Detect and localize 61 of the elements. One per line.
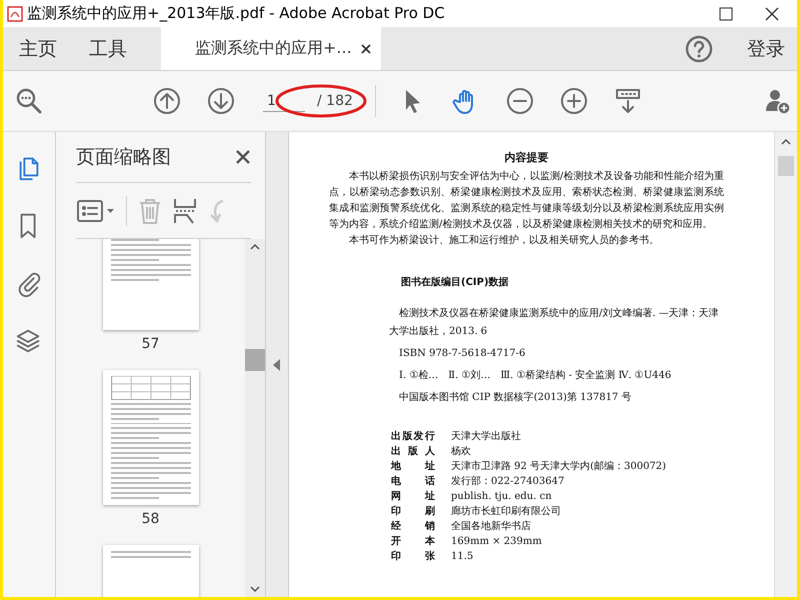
abstract-heading: 内容提要	[504, 150, 550, 165]
imprint-value: 杨欢	[451, 444, 472, 459]
close-icon[interactable]	[765, 6, 779, 20]
imprint-label: 印 刷	[391, 504, 435, 519]
abstract-paragraph: 本书以桥梁损伤识别与安全评估为中心，以监测/检测技术及设备功能和性能介绍为重点，以桥梁动态参数识别、桥梁健康检测技术及应用、索桥状态检测、桥梁健康监测系统集成和监测预警系统优化、监测系统的稳定性与健康等级划分以及桥梁检测系统应用实例等为内容，系统介绍监测/检测技术及仪器，以及桥梁健康检测相关技术的研究和应用。	[329, 170, 724, 232]
zoom-in-icon[interactable]	[560, 87, 588, 115]
cip-heading: 图书在版编目(CIP)数据	[401, 276, 510, 289]
document-tab[interactable]: 监测系统中的应用+...	[161, 27, 381, 70]
cip-text: 中国版本图书馆 CIP 数据核字(2013)第 137817 号	[398, 390, 632, 405]
imprint-label: 印 张	[391, 550, 435, 564]
pdf-app-icon	[7, 6, 23, 22]
scroll-thumb[interactable]	[245, 349, 265, 371]
imprint-value: 全国各地新华书店	[451, 520, 532, 534]
imprint-label: 开 本	[391, 534, 435, 549]
scroll-down-icon[interactable]	[250, 585, 260, 593]
close-icon[interactable]	[361, 44, 371, 54]
scrollbar[interactable]	[245, 239, 265, 597]
page-total: / 182	[317, 93, 353, 109]
imprint-label: 出 版 人	[391, 444, 435, 459]
zoom-out-icon[interactable]	[506, 87, 534, 115]
imprint-value: 天津市卫津路 92 号天津大学内(邮编：300072)	[451, 460, 668, 474]
help-icon[interactable]	[685, 34, 713, 62]
zoom-search-icon[interactable]	[15, 87, 43, 115]
next-page-icon[interactable]	[207, 87, 235, 115]
scrollbar[interactable]	[774, 132, 797, 597]
collapse-icon[interactable]	[273, 358, 281, 370]
document-tab-title: 监测系统中的应用+...	[195, 38, 352, 59]
nav-tab[interactable]: 工具	[73, 27, 143, 70]
cip-text: 检测技术及仪器在桥梁健康监测系统中的应用/刘文峰编著. —天津：天津大学出版社，2013. 6	[389, 306, 719, 339]
sign-in-link[interactable]: 登录	[747, 36, 785, 62]
scroll-up-icon[interactable]	[781, 138, 791, 146]
page-number-field[interactable]: 1	[263, 90, 305, 112]
imprint-value: publish. tju. edu. cn	[451, 490, 553, 504]
maximize-icon[interactable]	[719, 6, 733, 20]
page-number-label: 57	[142, 336, 160, 352]
nav-tab[interactable]: 主页	[3, 27, 73, 70]
extract-pages-icon[interactable]	[173, 196, 197, 224]
imprint-value: 发行部：022-27403647	[451, 474, 566, 489]
imprint-label: 电 话	[391, 474, 435, 489]
abstract-paragraph: 本书可作为桥梁设计、施工和运行维护，以及相关研究人员的参考书。	[348, 234, 660, 248]
imprint-value: 169mm × 239mm	[451, 535, 543, 549]
scroll-up-icon[interactable]	[250, 243, 260, 251]
imprint-label: 出版发行	[391, 430, 435, 444]
close-icon[interactable]	[235, 149, 251, 165]
imprint-value: 廊坊市长虹印刷有限公司	[451, 504, 562, 519]
cip-text: Ⅰ. ①检… Ⅱ. ①刘… Ⅲ. ①桥梁结构 - 安全监测 Ⅳ. ①U446	[398, 368, 672, 383]
cip-text: ISBN 978-7-5618-4717-6	[398, 347, 526, 361]
page-scroll-icon[interactable]	[614, 87, 642, 115]
page-thumbnail[interactable]	[102, 370, 198, 505]
add-user-icon[interactable]	[763, 87, 791, 115]
window-title: 监测系统中的应用+_2013年版.pdf - Adobe Acrobat Pro DC	[27, 4, 446, 23]
imprint-value: 天津大学出版社	[451, 430, 522, 444]
previous-page-icon[interactable]	[153, 87, 181, 115]
imprint-label: 经 销	[391, 520, 435, 534]
imprint-value: 11.5	[451, 550, 474, 564]
imprint-label: 地 址	[391, 460, 435, 474]
scroll-thumb[interactable]	[778, 156, 794, 176]
options-menu-icon[interactable]	[76, 198, 116, 224]
page-number-label: 58	[142, 511, 160, 527]
imprint-label: 网 址	[391, 490, 435, 504]
panel-title: 页面缩略图	[76, 145, 171, 170]
